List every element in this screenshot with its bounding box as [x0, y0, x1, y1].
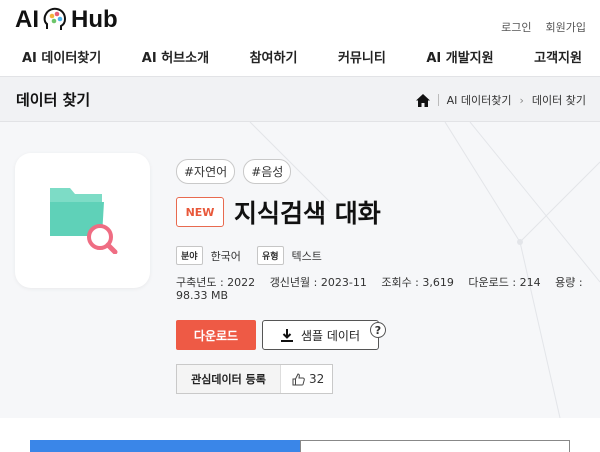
type-value: 텍스트 — [291, 249, 322, 263]
logo-text-hub: Hub — [71, 6, 118, 33]
utility-links: 로그인 회원가입 — [501, 19, 586, 35]
folder-search-icon — [50, 188, 118, 254]
sample-data-button[interactable]: 샘플 데이터 — [262, 320, 379, 350]
site-logo[interactable]: AI Hub — [15, 6, 118, 34]
dataset-category: 분야 한국어 유형 텍스트 — [176, 246, 338, 265]
like-button[interactable]: 32 — [281, 372, 324, 386]
add-favorite-button[interactable]: 관심데이터 등록 — [177, 365, 281, 393]
dataset-hero: #자연어 #음성 NEW 지식검색 대화 분야 한국어 유형 텍스트 구축년도 … — [0, 122, 600, 418]
new-badge: NEW — [176, 197, 224, 227]
favorite-box: 관심데이터 등록 32 — [176, 364, 333, 394]
signup-link[interactable]: 회원가입 — [546, 19, 586, 35]
top-bar: AI Hub 로그인 회원가입 — [0, 0, 600, 40]
nav-about[interactable]: AI 허브소개 — [142, 47, 209, 66]
breadcrumb-divider — [437, 94, 439, 106]
download-button[interactable]: 다운로드 — [176, 320, 256, 350]
main-nav: AI 데이터찾기 AI 허브소개 참여하기 커뮤니티 AI 개발지원 고객지원 — [0, 40, 600, 72]
brain-head-icon — [43, 7, 67, 30]
tag-natural-language[interactable]: #자연어 — [176, 159, 236, 184]
dataset-stats: 구축년도 : 2022 갱신년월 : 2023-11 조회수 : 3,619 다… — [176, 276, 586, 302]
download-icon — [280, 328, 293, 342]
nav-customer-support[interactable]: 고객지원 — [534, 47, 582, 66]
field-value: 한국어 — [210, 249, 241, 263]
field-label: 분야 — [176, 246, 203, 265]
sample-data-label: 샘플 데이터 — [300, 328, 360, 343]
nav-ai-data[interactable]: AI 데이터찾기 — [22, 47, 101, 66]
content-tabs — [0, 418, 600, 452]
tab-active[interactable] — [30, 440, 300, 452]
stat-views: 조회수 : 3,619 — [381, 276, 454, 289]
home-icon[interactable] — [415, 93, 430, 107]
like-count: 32 — [309, 372, 325, 386]
help-icon[interactable]: ? — [370, 322, 386, 338]
type-label: 유형 — [256, 246, 284, 265]
stat-updated: 갱신년월 : 2023-11 — [269, 276, 367, 289]
tag-list: #자연어 #음성 — [176, 159, 292, 184]
tag-speech[interactable]: #음성 — [243, 159, 292, 184]
page-title: 데이터 찾기 — [16, 91, 91, 109]
breadcrumb-current[interactable]: 데이터 찾기 — [532, 92, 586, 108]
nav-dev-support[interactable]: AI 개발지원 — [426, 47, 493, 66]
breadcrumb-ai-data[interactable]: AI 데이터찾기 — [447, 92, 512, 108]
dataset-title: 지식검색 대화 — [234, 199, 381, 228]
sub-header: 데이터 찾기 AI 데이터찾기 › 데이터 찾기 — [0, 76, 600, 122]
stat-downloads: 다운로드 : 214 — [468, 276, 541, 289]
breadcrumb: AI 데이터찾기 › 데이터 찾기 — [415, 92, 586, 108]
login-link[interactable]: 로그인 — [501, 19, 531, 35]
nav-participate[interactable]: 참여하기 — [250, 47, 298, 66]
logo-text-ai: AI — [15, 6, 39, 33]
dataset-thumbnail — [15, 153, 150, 288]
nav-community[interactable]: 커뮤니티 — [338, 47, 386, 66]
stat-build-year: 구축년도 : 2022 — [176, 276, 256, 289]
tab-inactive[interactable] — [300, 440, 570, 452]
thumbs-up-icon — [292, 372, 305, 385]
chevron-right-icon: › — [519, 93, 524, 107]
